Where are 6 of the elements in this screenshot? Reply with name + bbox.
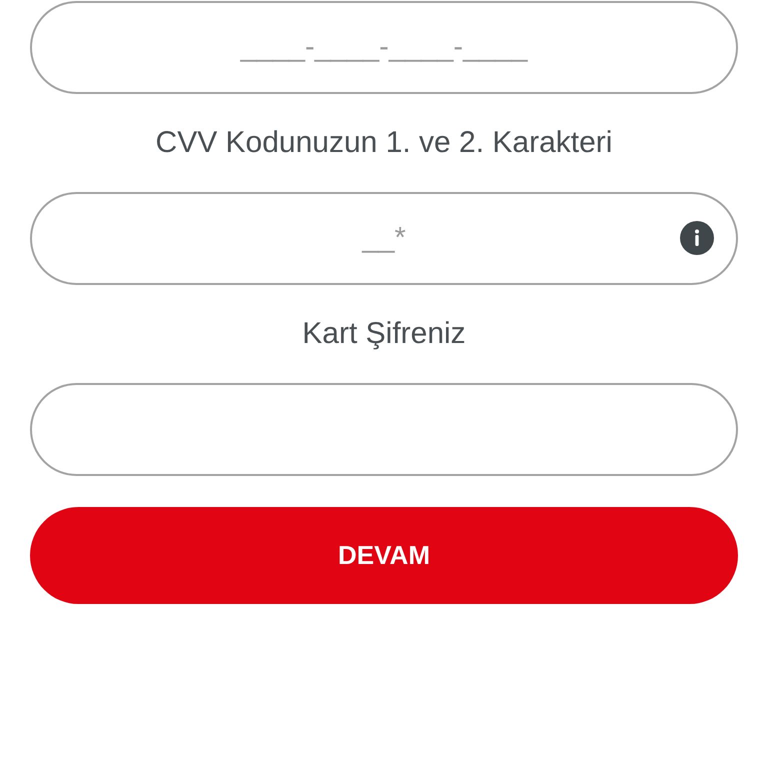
input-field[interactable]: __* [30, 192, 738, 285]
continue-button[interactable]: DEVAM [30, 507, 738, 604]
info-icon[interactable] [680, 221, 714, 255]
field-label: CVV Kodunuzun 1. ve 2. Karakteri [156, 125, 612, 161]
input-field[interactable]: ____-____-____-____ [30, 1, 738, 94]
field-label: Kart Şifreniz [302, 316, 466, 352]
